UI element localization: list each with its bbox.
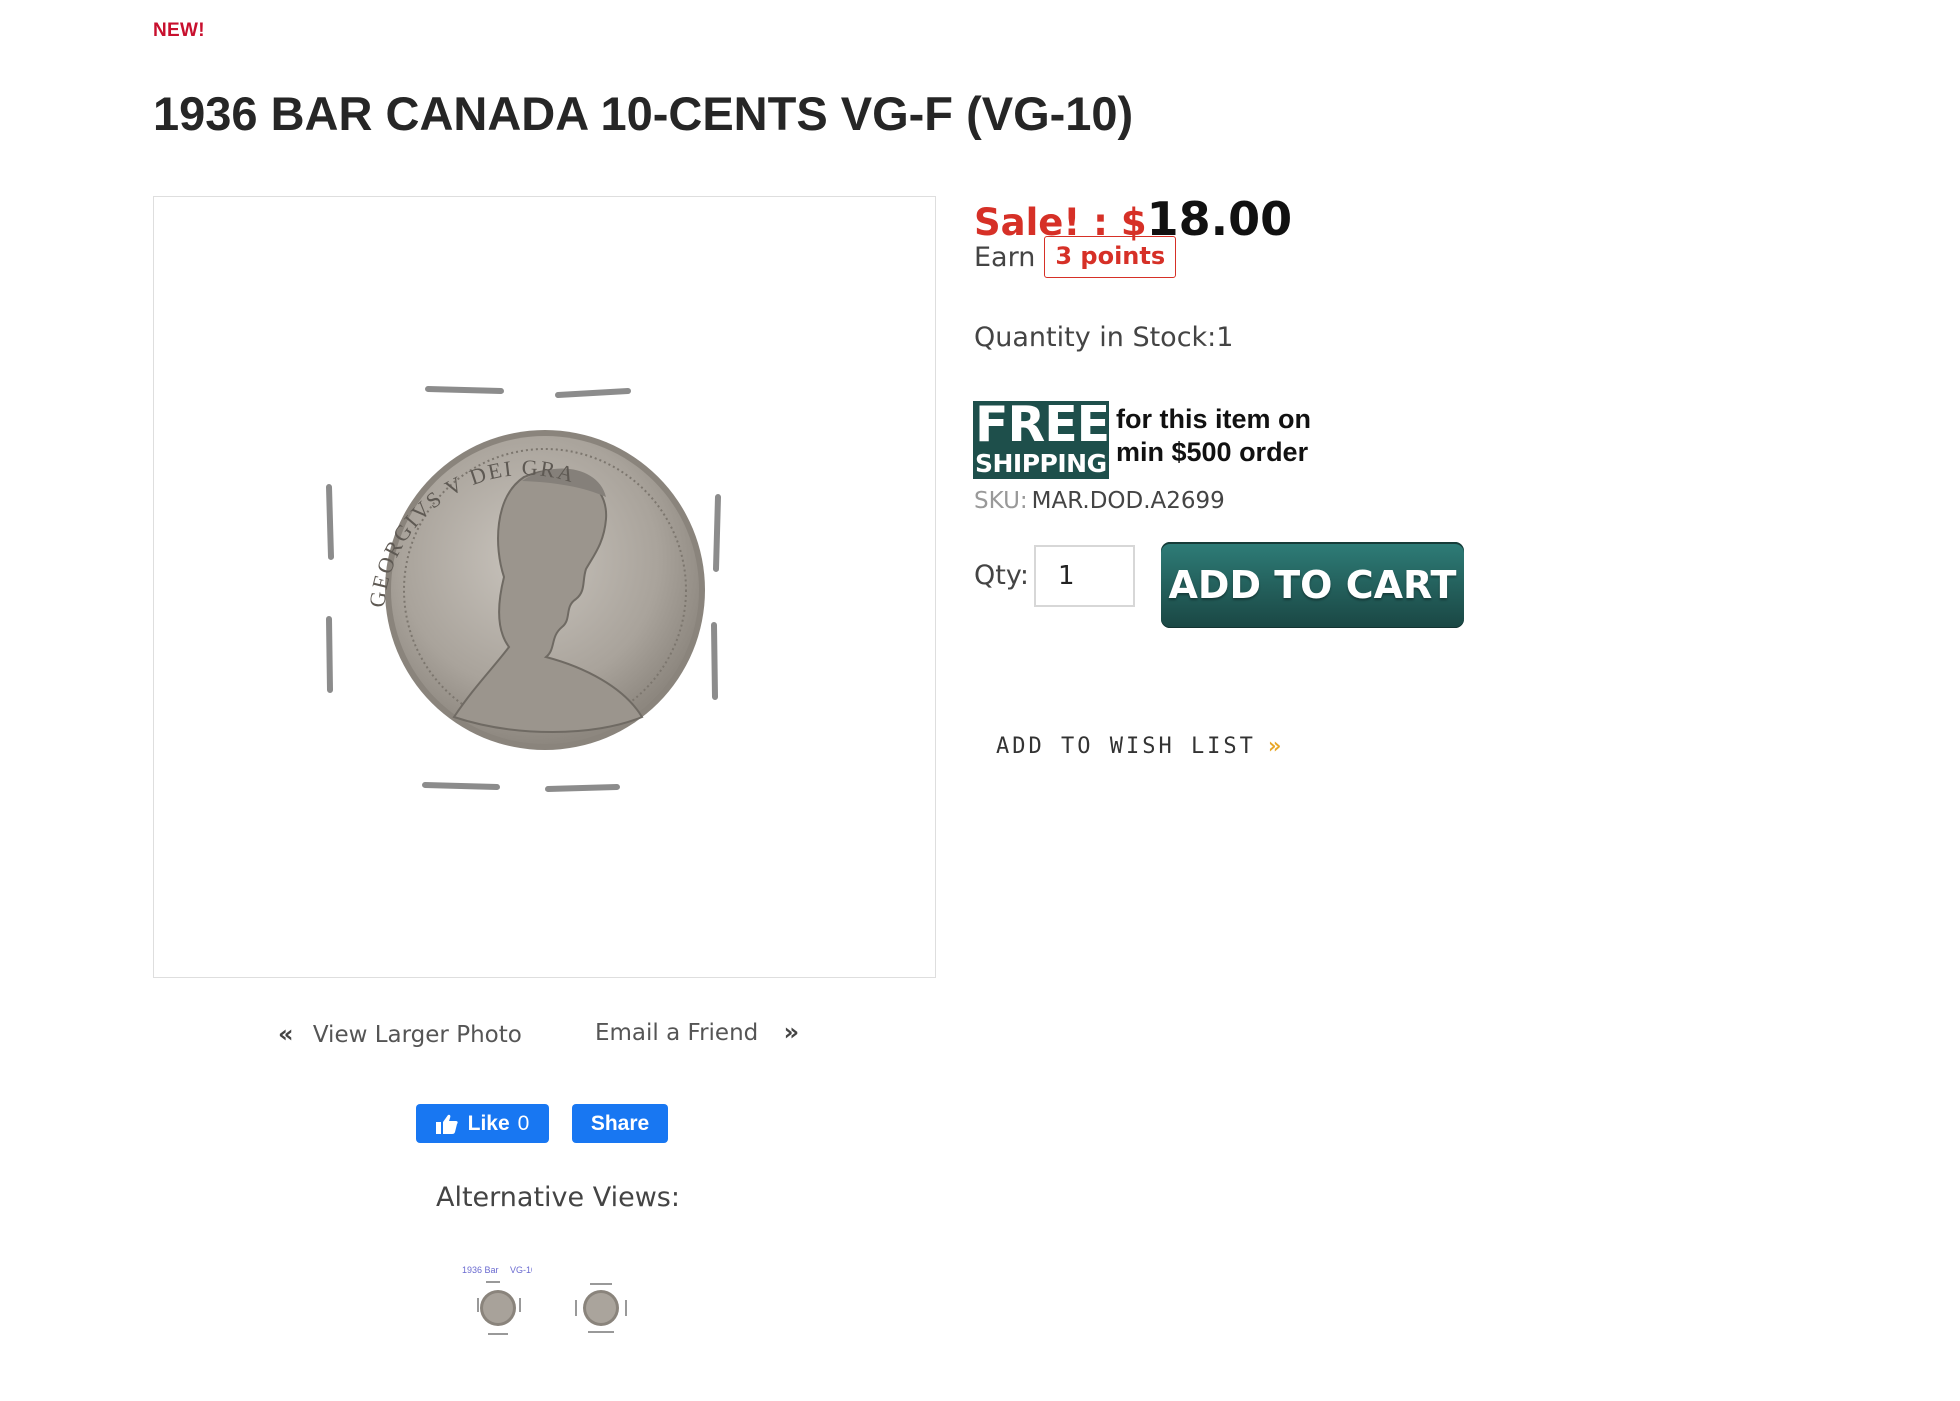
points-badge: 3 points [1044, 236, 1177, 278]
view-larger-photo-link[interactable]: « View Larger Photo [278, 1020, 522, 1048]
thumbs-up-icon [435, 1114, 458, 1134]
earn-label: Earn [974, 241, 1036, 273]
sku-value: MAR.DOD.A2699 [1031, 488, 1225, 514]
facebook-share-button[interactable]: Share [572, 1104, 668, 1143]
stock-quantity: Quantity in Stock:1 [974, 322, 1234, 353]
quantity-input[interactable] [1034, 545, 1135, 607]
view-larger-photo-label: View Larger Photo [312, 1022, 522, 1048]
product-photo[interactable]: GEORGIVS V DEI GRA [153, 196, 936, 978]
free-shipping-line-2: min $500 order [1116, 437, 1309, 467]
free-shipping-badge: FREE SHIPPING [973, 397, 1110, 479]
alternative-views-label: Alternative Views: [436, 1182, 680, 1213]
new-badge: NEW! [153, 20, 205, 41]
thumb-note-right: VG-10 [510, 1265, 532, 1275]
free-word: FREE [975, 396, 1110, 453]
facebook-like-button[interactable]: Like 0 [416, 1104, 549, 1143]
double-chevron-right-icon: » [783, 1018, 799, 1046]
shipping-word: SHIPPING [975, 449, 1107, 478]
product-title: 1936 BAR CANADA 10-CENTS VG-F (VG-10) [153, 87, 1134, 140]
sku: SKU: MAR.DOD.A2699 [974, 488, 1225, 514]
alternative-view-thumb-2[interactable] [564, 1262, 636, 1342]
double-chevron-left-icon: « [278, 1020, 293, 1048]
free-shipping-line-1: for this item on [1116, 404, 1311, 434]
qty-label: Qty: [974, 560, 1029, 591]
double-chevron-right-icon: » [1267, 734, 1281, 759]
like-count: 0 [517, 1111, 530, 1135]
email-friend-link[interactable]: Email a Friend » [595, 1018, 799, 1046]
alternative-view-thumb-1[interactable]: 1936 Bar VG-10 [460, 1262, 536, 1342]
email-friend-label: Email a Friend [595, 1020, 759, 1046]
sku-label: SKU: [974, 488, 1028, 514]
free-shipping-text: for this item on min $500 order [1116, 403, 1311, 469]
wish-list-label: ADD TO WISH LIST [996, 734, 1256, 759]
add-to-wish-list-link[interactable]: ADD TO WISH LIST » [996, 734, 1281, 759]
add-to-cart-button[interactable]: ADD TO CART [1161, 542, 1464, 628]
coin-image: GEORGIVS V DEI GRA [154, 197, 935, 977]
thumb-note-left: 1936 Bar [462, 1265, 499, 1275]
reward-points: Earn 3 points [974, 236, 1177, 278]
like-label: Like [467, 1111, 510, 1135]
